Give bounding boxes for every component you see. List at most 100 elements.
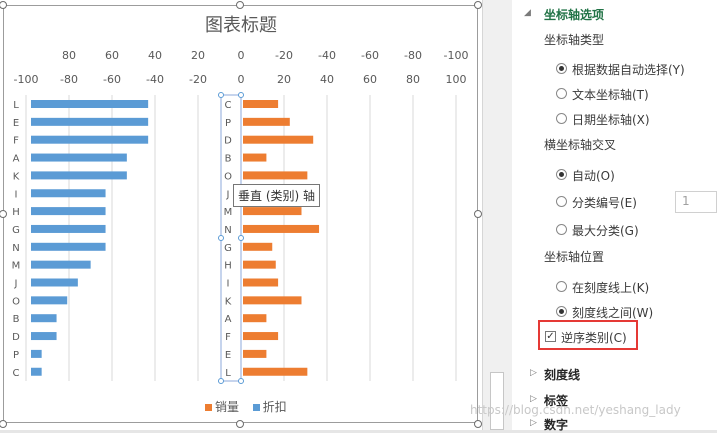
y-tick-label: A — [225, 314, 232, 325]
bar-sales — [243, 260, 276, 269]
x-tick-label-secondary: 100 — [446, 73, 467, 86]
y-tick-label-left: O — [12, 296, 20, 307]
axis-selection-handle — [238, 235, 244, 241]
section-number[interactable]: 数字 — [544, 416, 568, 433]
bar-sales — [243, 135, 314, 144]
x-tick-label-primary: -40 — [318, 49, 336, 62]
x-tick-label-secondary: 40 — [320, 73, 334, 86]
axis-selection-handle — [238, 378, 244, 384]
x-tick-label-secondary: -100 — [14, 73, 39, 86]
chart-legend[interactable]: 销量 折扣 — [205, 398, 287, 415]
watermark: https://blog.csdn.net/yeshang_lady — [470, 403, 681, 417]
pane-scrollbar-track[interactable] — [482, 0, 512, 430]
radio-on-tick-marks[interactable] — [556, 281, 567, 292]
bar-discount — [31, 207, 106, 216]
bar-sales — [243, 100, 279, 108]
bar-discount — [31, 100, 149, 108]
y-tick-label-left: I — [15, 189, 18, 200]
y-tick-label-left: P — [13, 350, 19, 361]
expand-arrow-icon[interactable]: ▷ — [530, 368, 537, 378]
bar-sales — [243, 367, 308, 376]
radio-crosses-auto-label[interactable]: 自动(O) — [572, 167, 615, 184]
x-tick-label-primary: -100 — [444, 49, 469, 62]
y-tick-label-left: G — [12, 225, 20, 236]
bar-sales — [243, 171, 308, 180]
y-tick-label: L — [225, 368, 231, 379]
crosses-label: 横坐标轴交叉 — [544, 138, 617, 152]
legend-label-discount: 折扣 — [262, 400, 287, 414]
bar-sales — [243, 332, 279, 341]
radio-text-axis-label[interactable]: 文本坐标轴(T) — [572, 86, 649, 103]
radio-crosses-max-category[interactable] — [556, 224, 567, 235]
y-tick-label: O — [224, 171, 232, 182]
y-tick-label: N — [224, 225, 231, 236]
y-tick-label: F — [225, 332, 231, 343]
expand-arrow-icon[interactable]: ▷ — [530, 418, 537, 428]
radio-auto-select-label[interactable]: 根据数据自动选择(Y) — [572, 61, 685, 78]
axis-selection-handle — [218, 378, 224, 384]
y-tick-label-left: K — [13, 171, 20, 182]
bar-sales — [243, 117, 290, 126]
y-tick-label: J — [226, 189, 230, 200]
y-tick-label-left: F — [13, 136, 19, 147]
bar-discount — [31, 242, 106, 251]
x-tick-label-secondary: -60 — [103, 73, 121, 86]
bar-sales — [243, 296, 302, 305]
bar-discount — [31, 367, 42, 376]
radio-crosses-max-category-label[interactable]: 最大分类(G) — [572, 222, 639, 239]
radio-date-axis-label[interactable]: 日期坐标轴(X) — [572, 111, 650, 128]
y-tick-label-left: N — [12, 243, 19, 254]
x-tick-label-secondary: -40 — [146, 73, 164, 86]
radio-text-axis[interactable] — [556, 88, 567, 99]
pane-scrollbar-thumb[interactable] — [490, 372, 504, 430]
y-tick-label: I — [227, 279, 230, 290]
y-tick-label: E — [225, 350, 231, 361]
y-tick-label-left: C — [13, 368, 20, 379]
radio-between-tick-marks[interactable] — [556, 306, 567, 317]
bar-discount — [31, 135, 149, 144]
x-tick-label-primary: -60 — [361, 49, 379, 62]
bar-sales — [243, 242, 273, 251]
bar-discount — [31, 224, 106, 233]
bar-sales — [243, 153, 267, 162]
chart-svg: 图表标题 -100 -80 -60 -40 -20 0 20 40 60 80 100 80 60 40 20… — [12, 15, 469, 384]
bar-discount — [31, 260, 91, 269]
section-axis-options[interactable]: 坐标轴选项 — [544, 6, 604, 23]
x-tick-label-primary: 0 — [238, 49, 245, 62]
axis-selection-handle — [238, 92, 244, 98]
radio-on-tick-marks-label[interactable]: 在刻度线上(K) — [572, 279, 649, 296]
y-tick-label: K — [225, 296, 232, 307]
bar-discount — [31, 332, 57, 341]
radio-crosses-auto[interactable] — [556, 169, 567, 180]
legend-swatch-sales — [205, 404, 212, 411]
y-tick-label: B — [225, 154, 232, 165]
format-axis-panel: ◢ 坐标轴选项 坐标轴类型 根据数据自动选择(Y) 文本坐标轴(T) 日期坐标轴… — [512, 0, 717, 433]
x-tick-label-primary: -20 — [275, 49, 293, 62]
y-tick-label-left: D — [12, 332, 20, 343]
y-tick-label: D — [224, 136, 232, 147]
x-tick-label-secondary: -20 — [189, 73, 207, 86]
legend-swatch-discount — [252, 404, 260, 411]
radio-auto-select[interactable] — [556, 63, 567, 74]
bar-discount — [31, 117, 149, 126]
y-tick-label-left: B — [13, 314, 20, 325]
y-tick-label-left: L — [13, 100, 19, 111]
axis-tooltip: 垂直 (类别) 轴 — [233, 184, 320, 207]
y-tick-label: C — [225, 100, 232, 111]
section-tick-marks[interactable]: 刻度线 — [544, 366, 580, 383]
bar-sales — [243, 278, 279, 287]
radio-between-tick-marks-label[interactable]: 刻度线之间(W) — [572, 304, 653, 321]
bar-discount — [31, 296, 68, 305]
highlight-box — [538, 320, 638, 350]
radio-date-axis[interactable] — [556, 113, 567, 124]
bar-discount — [31, 278, 78, 287]
axis-selection-handle — [218, 92, 224, 98]
bar-sales — [243, 314, 267, 323]
x-tick-label-primary: 80 — [62, 49, 76, 62]
collapse-arrow-icon[interactable]: ◢ — [524, 8, 531, 18]
category-number-input[interactable]: 1 — [675, 191, 717, 213]
radio-crosses-category-number-label[interactable]: 分类编号(E) — [572, 194, 637, 211]
radio-crosses-category-number[interactable] — [556, 196, 567, 207]
x-tick-label-primary: 20 — [191, 49, 205, 62]
chart-area: 图表标题 -100 -80 -60 -40 -20 0 20 40 60 80 100 80 60 40 20… — [0, 0, 482, 430]
